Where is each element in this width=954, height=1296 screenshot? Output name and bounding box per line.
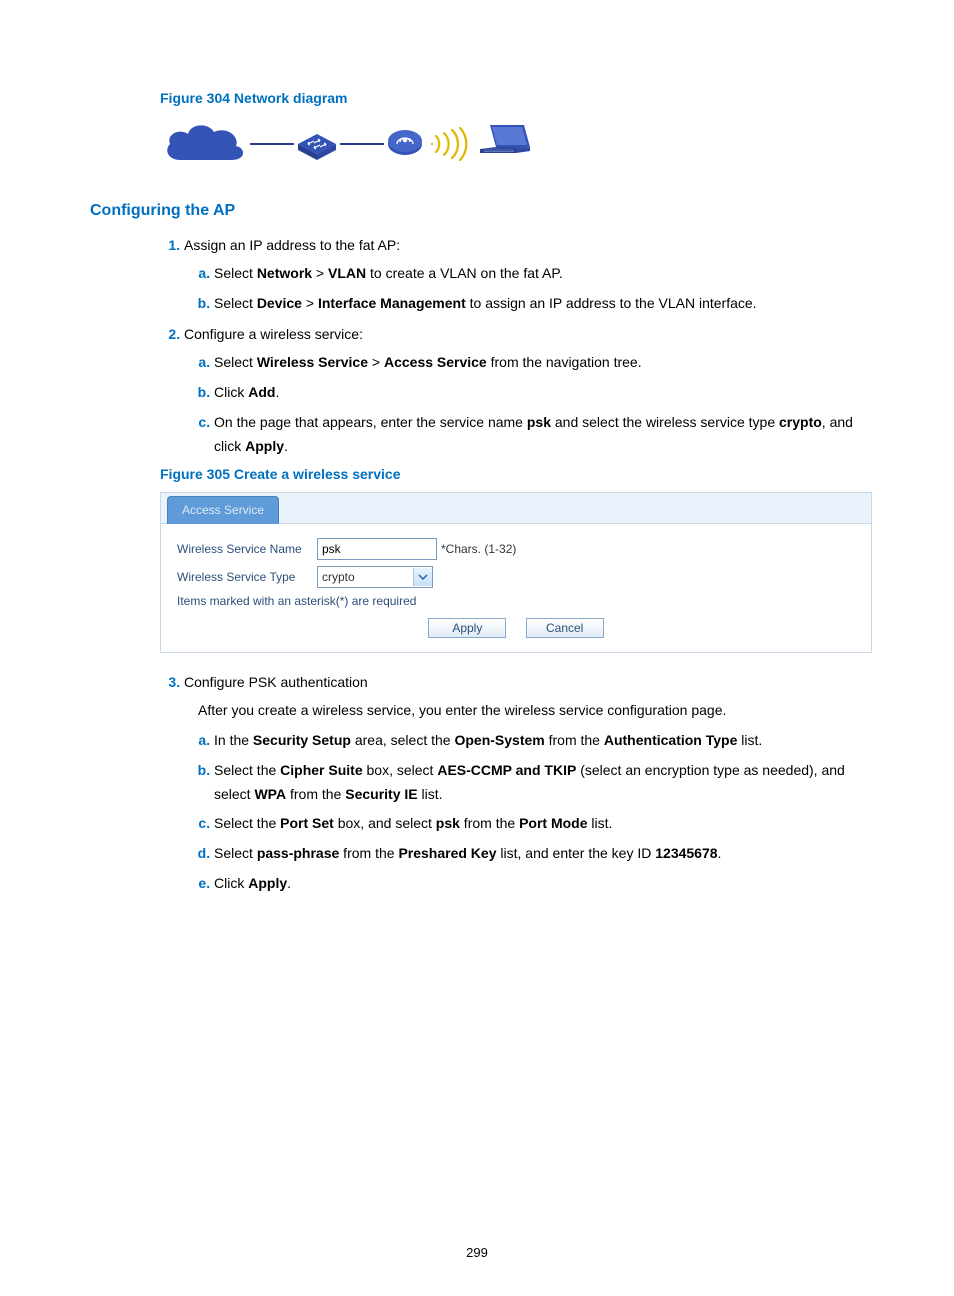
step-2b: Click Add. — [214, 381, 874, 405]
figure-305-caption: Figure 305 Create a wireless service — [160, 466, 874, 482]
select-wireless-service-type[interactable]: crypto — [317, 566, 433, 588]
step-3-after: After you create a wireless service, you… — [198, 699, 874, 723]
select-value: crypto — [322, 570, 355, 584]
apply-button[interactable]: Apply — [428, 618, 506, 638]
tab-access-service[interactable]: Access Service — [167, 496, 279, 524]
required-note: Items marked with an asterisk(*) are req… — [177, 594, 855, 608]
figure-304-caption: Figure 304 Network diagram — [160, 90, 874, 106]
step-3-text: Configure PSK authentication — [184, 674, 368, 690]
step-2: Configure a wireless service: Select Wir… — [184, 323, 874, 458]
network-diagram — [160, 116, 874, 172]
step-2c: On the page that appears, enter the serv… — [214, 411, 874, 459]
wireless-signal-icon — [426, 124, 476, 164]
step-2a: Select Wireless Service > Access Service… — [214, 351, 874, 375]
step-3d: Select pass-phrase from the Preshared Ke… — [214, 842, 874, 866]
step-1-text: Assign an IP address to the fat AP: — [184, 237, 400, 253]
step-3a: In the Security Setup area, select the O… — [214, 729, 874, 753]
link-line — [250, 143, 294, 145]
step-3: Configure PSK authentication After you c… — [184, 671, 874, 895]
step-3e: Click Apply. — [214, 872, 874, 896]
step-2-text: Configure a wireless service: — [184, 326, 363, 342]
step-1b: Select Device > Interface Management to … — [214, 292, 874, 316]
tab-row: Access Service — [161, 493, 871, 524]
link-line — [340, 143, 384, 145]
label-wireless-service-name: Wireless Service Name — [177, 542, 317, 558]
step-3b: Select the Cipher Suite box, select AES-… — [214, 759, 874, 807]
step-list: Assign an IP address to the fat AP: Sele… — [160, 234, 874, 458]
hint-chars: *Chars. (1-32) — [441, 542, 516, 556]
switch-icon — [294, 124, 340, 164]
cancel-button[interactable]: Cancel — [526, 618, 604, 638]
laptop-icon — [476, 121, 534, 167]
step-list-cont: Configure PSK authentication After you c… — [160, 671, 874, 895]
step-1: Assign an IP address to the fat AP: Sele… — [184, 234, 874, 315]
chevron-down-icon — [413, 568, 432, 586]
access-point-icon — [384, 124, 426, 164]
step-1a: Select Network > VLAN to create a VLAN o… — [214, 262, 874, 286]
input-wireless-service-name[interactable] — [317, 538, 437, 560]
page-number: 299 — [0, 1245, 954, 1260]
heading-configuring-ap: Configuring the AP — [90, 202, 874, 220]
cloud-icon — [160, 116, 250, 172]
label-wireless-service-type: Wireless Service Type — [177, 570, 317, 586]
create-wireless-service-dialog: Access Service Wireless Service Name *Ch… — [160, 492, 872, 653]
step-3c: Select the Port Set box, and select psk … — [214, 812, 874, 836]
